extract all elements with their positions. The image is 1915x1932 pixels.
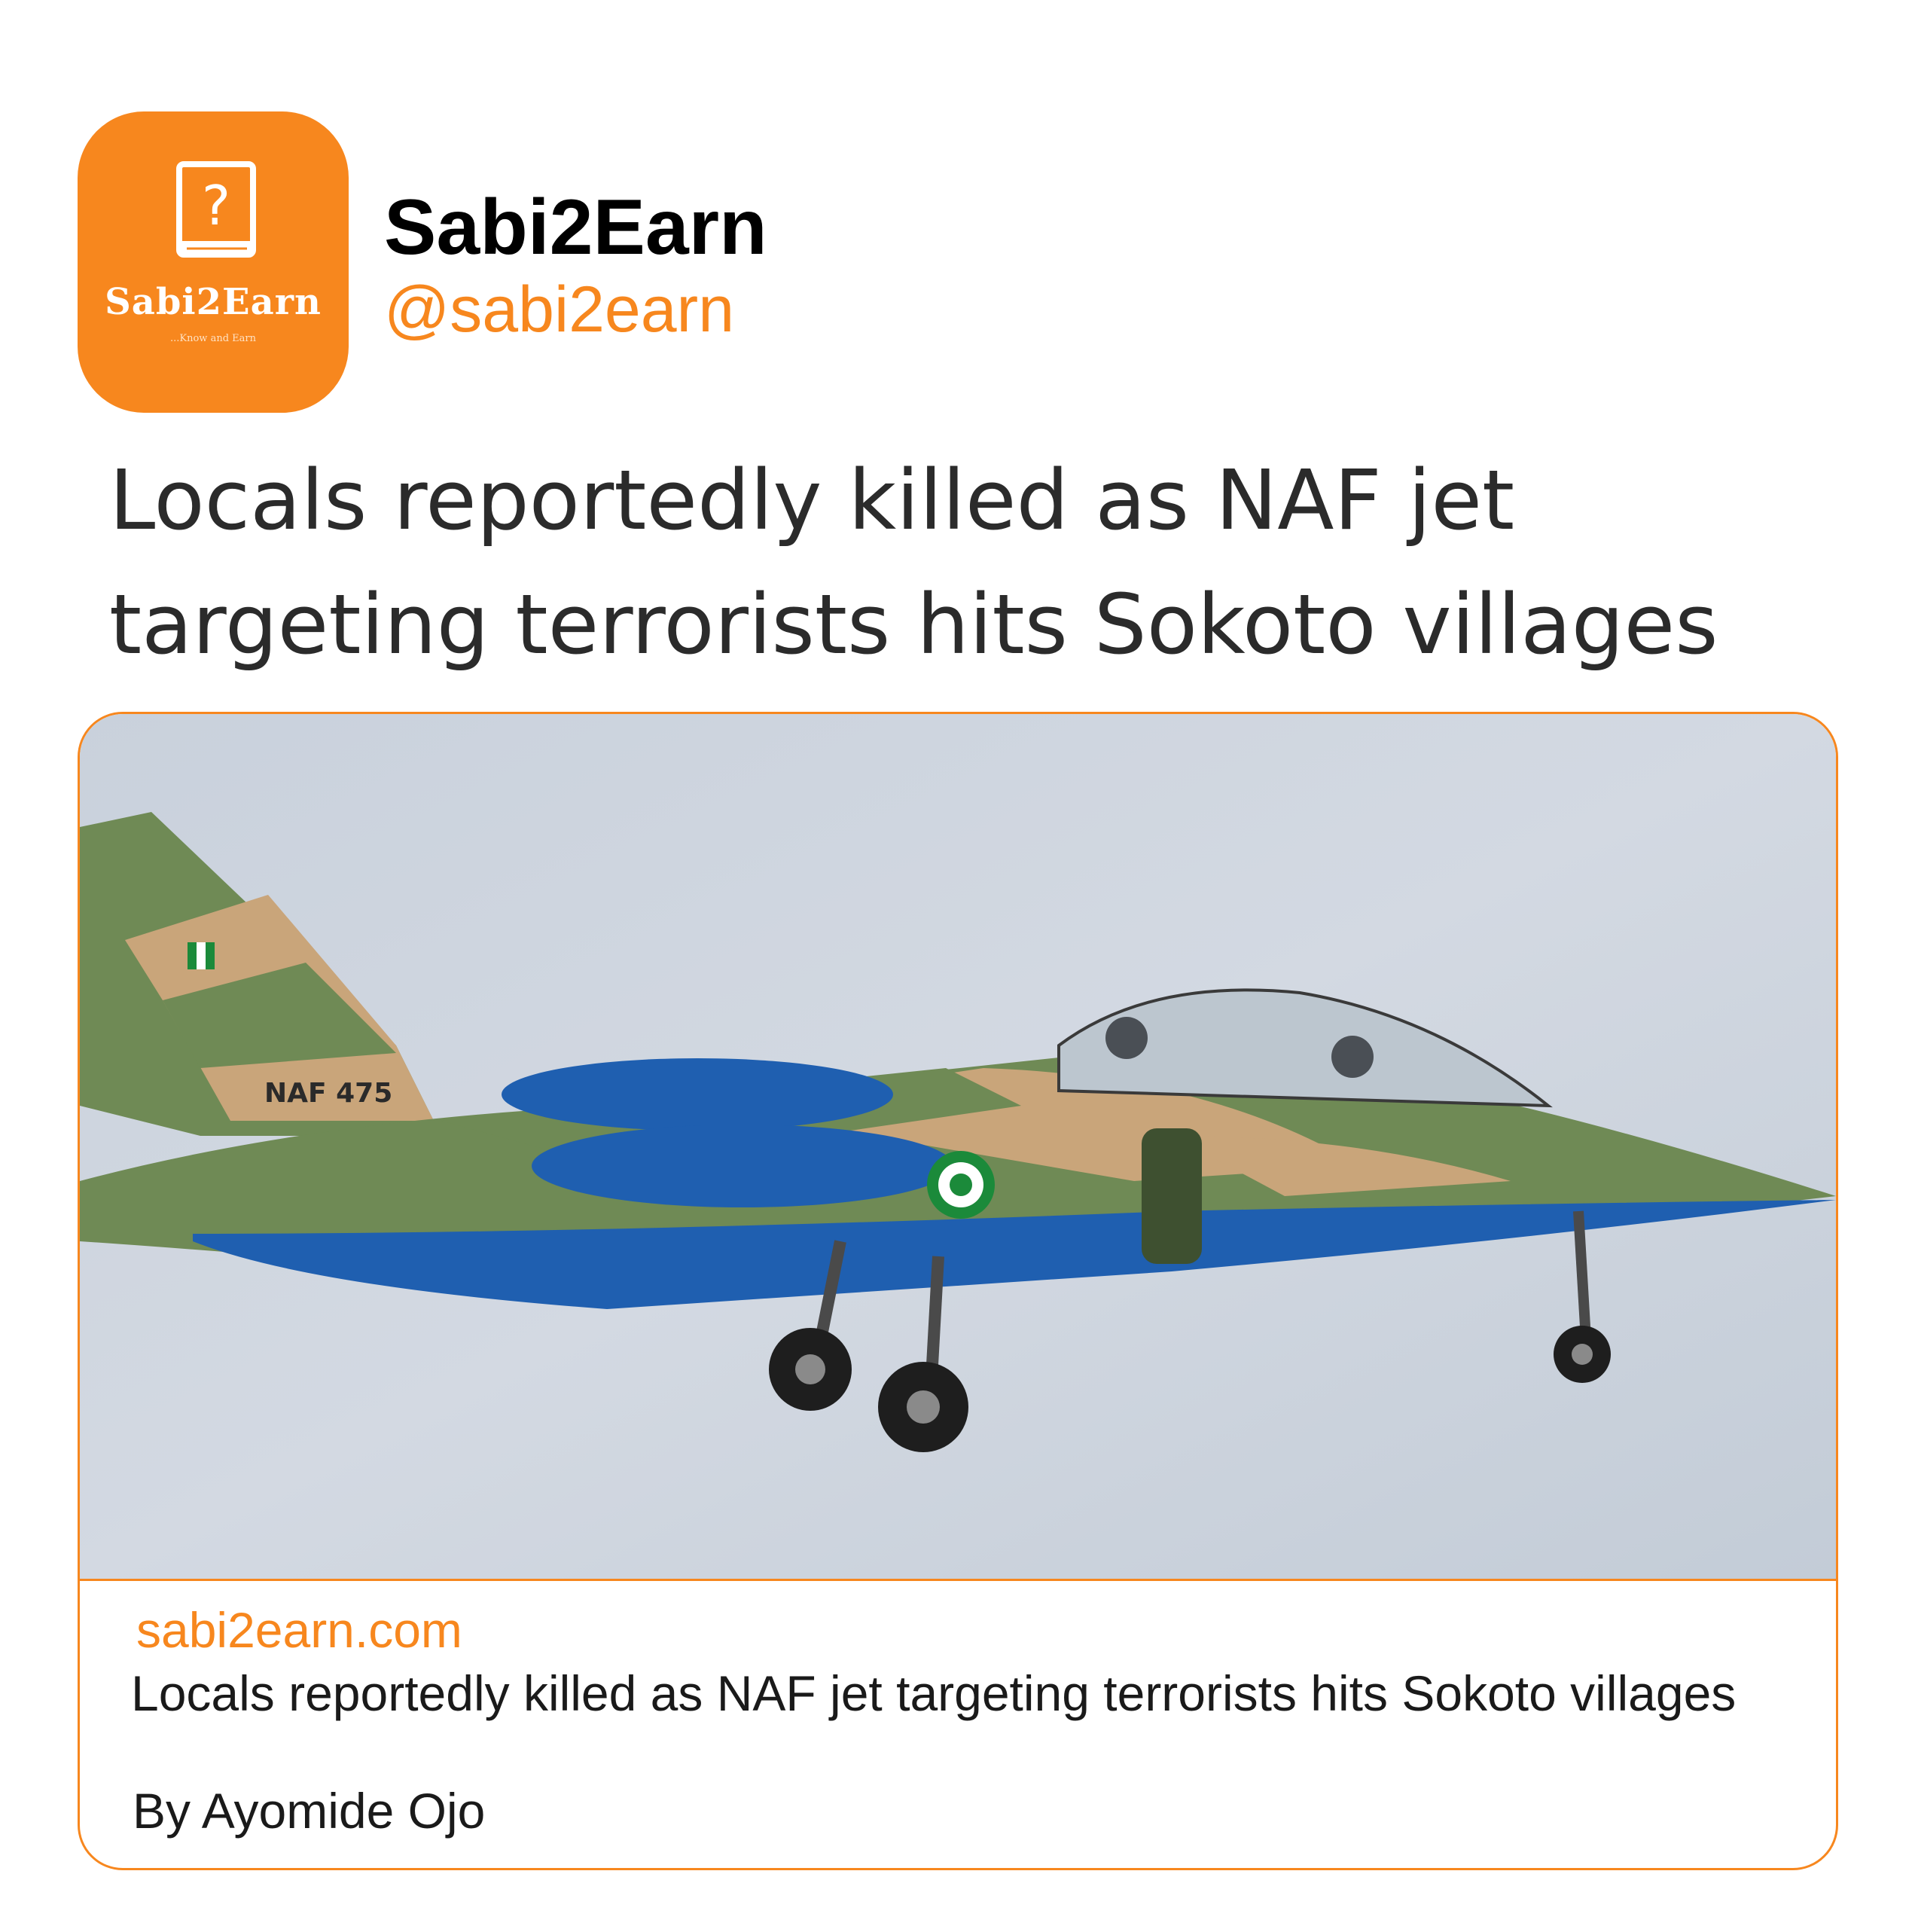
user-handle[interactable]: @sabi2earn	[384, 277, 734, 342]
card-title[interactable]: Locals reportedly killed as NAF jet targ…	[131, 1665, 1788, 1722]
avatar-tagline: ...Know and Earn	[170, 333, 256, 344]
aircraft-marking: NAF 475	[264, 1078, 392, 1109]
display-name[interactable]: Sabi2Earn	[384, 188, 767, 267]
card-divider	[80, 1579, 1836, 1581]
card-domain[interactable]: sabi2earn.com	[136, 1603, 462, 1658]
link-preview-card[interactable]: NAF 475 sabi2earn.com Locals reportedly …	[78, 712, 1838, 1870]
naf-jet-photo[interactable]: NAF 475	[80, 714, 1836, 1579]
post-headline: Locals reportedly killed as NAF jet targ…	[109, 452, 1718, 673]
avatar-brand-text: Sabi2Earn	[105, 281, 322, 323]
book-question-icon: ?	[176, 161, 256, 258]
profile-avatar[interactable]: ? Sabi2Earn ...Know and Earn	[78, 111, 349, 413]
svg-text:?: ?	[202, 174, 230, 237]
card-author: By Ayomide Ojo	[133, 1783, 486, 1839]
